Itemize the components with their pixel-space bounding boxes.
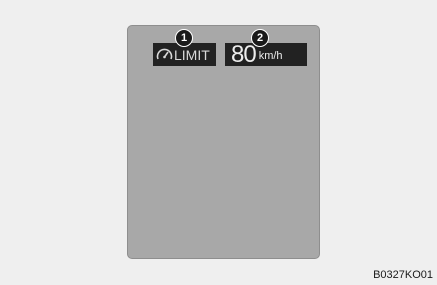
figure-code: B0327KO01 <box>373 269 433 281</box>
limit-label: LIMIT <box>174 46 210 63</box>
speedometer-icon <box>156 47 173 62</box>
speed-unit: km/h <box>258 50 283 62</box>
set-speed-value: 80 <box>231 41 257 68</box>
set-speed-readout: 80 km/h <box>225 41 307 68</box>
callout-marker-2: 2 <box>251 29 269 47</box>
figure-page: LIMIT 80 km/h 1 2 B0327KO01 <box>0 0 437 285</box>
callout-marker-1: 1 <box>175 29 193 47</box>
